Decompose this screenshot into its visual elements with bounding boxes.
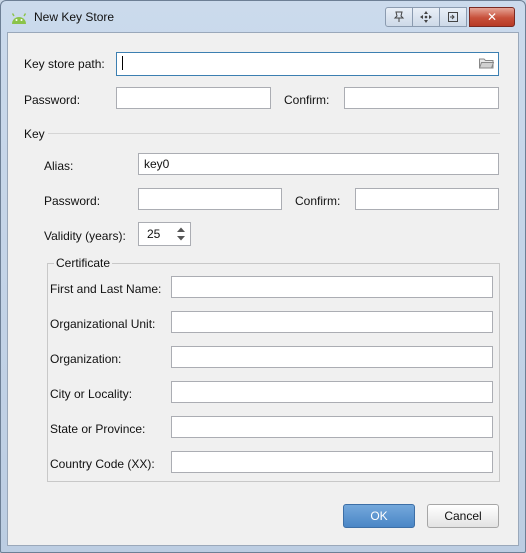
spinner-arrows-icon[interactable] <box>174 225 188 243</box>
title-bar[interactable]: New Key Store ✕ <box>1 1 525 31</box>
text-cursor <box>122 56 123 70</box>
validity-spinner[interactable]: 25 <box>138 222 191 246</box>
title-bar-buttons: ✕ <box>385 7 515 27</box>
state-province-label: State or Province: <box>50 422 146 436</box>
window-title: New Key Store <box>34 10 115 24</box>
key-password-input[interactable] <box>138 188 282 210</box>
country-code-input[interactable] <box>171 451 493 473</box>
keystore-password-input[interactable] <box>116 87 271 109</box>
organizational-unit-input[interactable] <box>171 311 493 333</box>
validity-label: Validity (years): <box>44 229 126 243</box>
city-locality-label: City or Locality: <box>50 387 133 401</box>
country-code-label: Country Code (XX): <box>50 457 155 471</box>
keystore-password-label: Password: <box>24 93 81 107</box>
new-key-store-dialog: New Key Store ✕ Key store path: Password… <box>0 0 526 553</box>
keystore-confirm-input[interactable] <box>344 87 499 109</box>
ok-button[interactable]: OK <box>343 504 415 528</box>
key-confirm-label: Confirm: <box>295 194 341 208</box>
folder-icon[interactable] <box>479 57 494 69</box>
key-section-label: Key <box>24 127 45 141</box>
android-icon <box>11 13 27 24</box>
alias-label: Alias: <box>44 159 74 173</box>
restore-icon[interactable] <box>439 7 467 27</box>
keystore-confirm-label: Confirm: <box>284 93 330 107</box>
validity-value: 25 <box>147 227 161 241</box>
organizational-unit-label: Organizational Unit: <box>50 317 156 331</box>
first-last-name-input[interactable] <box>171 276 493 298</box>
key-store-path-label: Key store path: <box>24 57 105 71</box>
cancel-button[interactable]: Cancel <box>427 504 499 528</box>
organization-input[interactable] <box>171 346 493 368</box>
state-province-input[interactable] <box>171 416 493 438</box>
key-section-divider <box>48 133 500 134</box>
pin-icon[interactable] <box>385 7 413 27</box>
organization-label: Organization: <box>50 352 122 366</box>
key-password-label: Password: <box>44 194 101 208</box>
city-locality-input[interactable] <box>171 381 493 403</box>
dialog-content: Key store path: Password: Confirm: Key A… <box>7 32 519 546</box>
first-last-name-label: First and Last Name: <box>50 282 162 296</box>
key-confirm-input[interactable] <box>355 188 499 210</box>
key-store-path-input[interactable] <box>116 52 499 76</box>
alias-input[interactable] <box>138 153 499 175</box>
close-icon[interactable]: ✕ <box>469 7 515 27</box>
certificate-legend: Certificate <box>54 256 113 270</box>
move-icon[interactable] <box>412 7 440 27</box>
